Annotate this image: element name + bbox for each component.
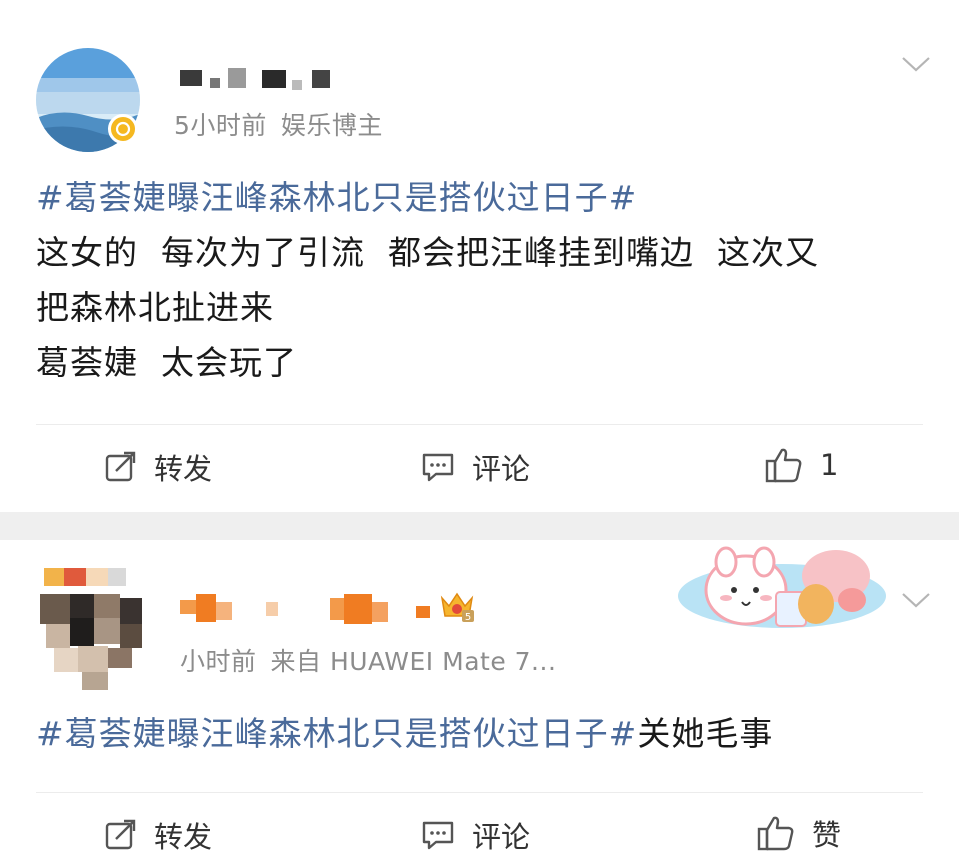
divider bbox=[36, 424, 923, 425]
thumbs-up-icon bbox=[757, 816, 794, 851]
divider bbox=[36, 792, 923, 793]
content-line: 把森林北扯进来 bbox=[36, 288, 274, 327]
comment-icon bbox=[422, 453, 454, 482]
repost-label: 转发 bbox=[154, 452, 213, 486]
username-redacted[interactable] bbox=[176, 66, 336, 90]
vip-level: 5 bbox=[465, 612, 471, 623]
hashtag-link[interactable]: #葛荟婕曝汪峰森林北只是搭伙过日子# bbox=[36, 714, 637, 753]
thumbs-up-icon bbox=[765, 448, 802, 483]
verified-badge-icon bbox=[108, 114, 138, 144]
like-count: 1 bbox=[820, 448, 839, 482]
card-sticker bbox=[676, 546, 888, 636]
avatar-image bbox=[40, 568, 142, 690]
comment-button[interactable]: 评论 bbox=[420, 814, 530, 856]
username-redacted[interactable] bbox=[180, 592, 440, 626]
like-button[interactable]: 1 bbox=[764, 446, 838, 484]
like-button[interactable]: 赞 bbox=[756, 812, 841, 854]
post-card-2: 5 小时前 来自 HUAWEI Mate 7... #葛荟婕曝汪峰森林北只是搭伙过… bbox=[0, 540, 959, 854]
post-time: 小时前 bbox=[180, 647, 257, 676]
hashtag-link[interactable]: #葛荟婕曝汪峰森林北只是搭伙过日子# bbox=[36, 170, 819, 225]
post-card-1: 5小时前 娱乐博主 #葛荟婕曝汪峰森林北只是搭伙过日子# 这女的 每次为了引流 都… bbox=[0, 0, 959, 512]
comment-label: 评论 bbox=[472, 452, 531, 486]
repost-icon bbox=[105, 451, 136, 482]
feed-separator bbox=[0, 512, 959, 540]
content-text: 关她毛事 bbox=[637, 714, 774, 753]
post-meta: 小时前 来自 HUAWEI Mate 7... bbox=[180, 642, 570, 678]
comment-label: 评论 bbox=[472, 820, 531, 854]
repost-button[interactable]: 转发 bbox=[104, 814, 212, 856]
like-label: 赞 bbox=[812, 818, 842, 852]
comment-icon bbox=[422, 821, 454, 850]
repost-button[interactable]: 转发 bbox=[104, 446, 212, 488]
post-source: 来自 HUAWEI Mate 7... bbox=[270, 647, 557, 676]
crown-badge-icon: 5 bbox=[438, 588, 476, 624]
repost-icon bbox=[105, 819, 136, 850]
comment-button[interactable]: 评论 bbox=[420, 446, 530, 488]
post-time: 5小时前 bbox=[174, 111, 267, 140]
content-line: 这女的 每次为了引流 都会把汪峰挂到嘴边 这次又 bbox=[36, 233, 819, 272]
post-content: #葛荟婕曝汪峰森林北只是搭伙过日子# 这女的 每次为了引流 都会把汪峰挂到嘴边 … bbox=[36, 170, 819, 390]
avatar[interactable] bbox=[36, 554, 146, 694]
chevron-down-icon[interactable] bbox=[900, 590, 932, 610]
author-tag: 娱乐博主 bbox=[280, 111, 383, 140]
post-meta: 5小时前 娱乐博主 bbox=[174, 106, 397, 142]
post-content: #葛荟婕曝汪峰森林北只是搭伙过日子#关她毛事 bbox=[36, 706, 773, 761]
repost-label: 转发 bbox=[154, 820, 213, 854]
chevron-down-icon[interactable] bbox=[900, 54, 932, 74]
content-line: 葛荟婕 太会玩了 bbox=[36, 343, 297, 382]
